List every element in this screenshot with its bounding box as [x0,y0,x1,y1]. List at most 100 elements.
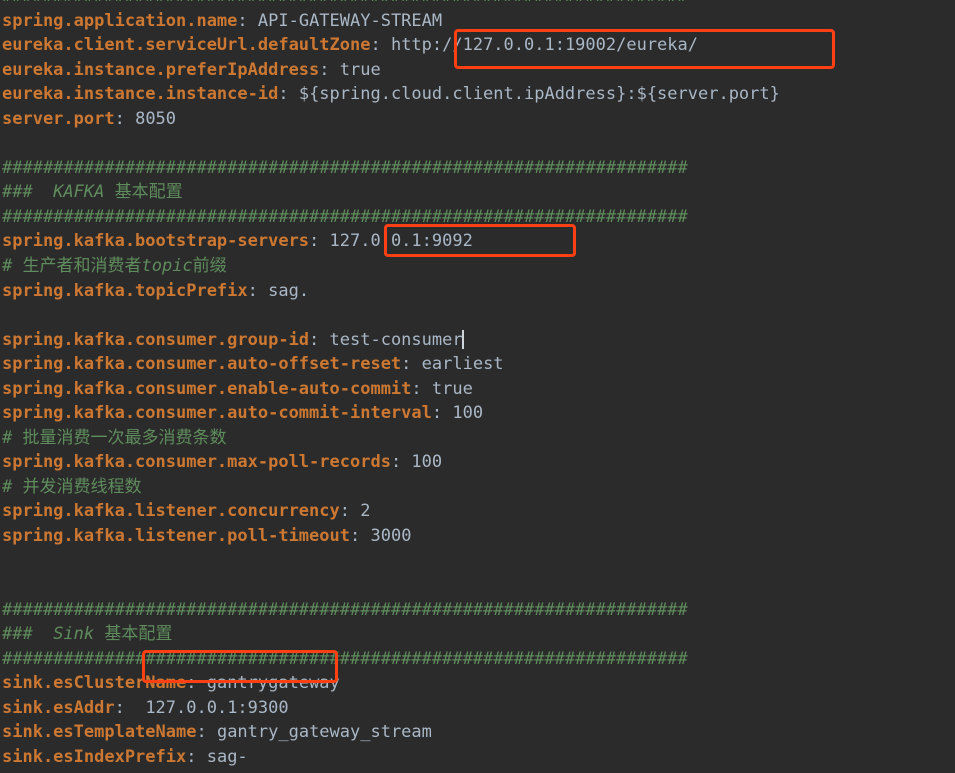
comment-line[interactable]: # 批量消费一次最多消费条数 [2,426,780,451]
property-separator: : [390,452,412,473]
property-key: spring.application.name [2,10,238,31]
property-separator: : [114,697,146,718]
property-key: server.port [2,108,115,129]
blank-text [2,551,12,571]
comment-text: 并发消费线程数 [22,476,142,497]
property-key: sink.esAddr [2,697,115,718]
comment-line[interactable]: # 生产者和消费者topic前缀 [2,254,780,279]
property-line[interactable]: eureka.instance.preferIpAddress: true [2,58,780,83]
code-editor-pane[interactable]: ########################################… [0,0,955,773]
section-hash: ### [2,624,54,645]
property-line[interactable]: spring.kafka.consumer.group-id: test-con… [2,328,780,353]
property-line[interactable]: spring.kafka.consumer.auto-offset-reset:… [2,352,780,377]
property-separator: : [431,403,453,424]
comment-separator-text: ########################################… [2,0,688,6]
property-key: eureka.instance.preferIpAddress [2,59,320,80]
comment-separator-text: ########################################… [2,648,688,669]
comment-separator-line[interactable]: ########################################… [2,0,780,9]
code-content[interactable]: ########################################… [2,0,780,773]
property-key: spring.kafka.consumer.group-id [2,329,310,350]
property-value[interactable]: test-consumer [330,330,463,350]
comment-text: 前缀 [192,256,227,277]
property-value[interactable]: true [340,60,381,80]
property-value[interactable]: 100 [411,452,442,472]
comment-separator-line[interactable]: ########################################… [2,647,780,672]
property-line[interactable]: eureka.instance.instance-id: ${spring.cl… [2,82,780,107]
section-title-cn: 基本配置 [104,624,173,645]
comment-separator-line[interactable]: ########################################… [2,598,780,623]
property-value[interactable]: earliest [422,354,504,374]
property-separator: : [237,10,258,31]
property-key: spring.kafka.topicPrefix [2,280,248,301]
blank-text [2,305,12,325]
section-title-cn: 基本配置 [114,182,183,203]
blank-line[interactable] [2,549,780,574]
property-key: eureka.instance.instance-id [2,84,279,105]
property-key: sink.esClusterName [2,673,187,694]
property-separator: : [370,35,391,56]
property-separator: : [350,526,371,547]
comment-separator-line[interactable]: ########################################… [2,205,780,230]
property-separator: : [411,378,432,399]
property-line[interactable]: sink.esClusterName: gantrygateway [2,671,780,696]
property-line[interactable]: spring.kafka.listener.poll-timeout: 3000 [2,524,780,549]
property-value[interactable]: sag- [207,747,248,767]
property-key: spring.kafka.listener.concurrency [2,501,340,522]
comment-hash: # [2,427,23,448]
property-value[interactable]: gantrygateway [207,673,340,693]
text-cursor [461,329,464,349]
comment-text: 批量消费一次最多消费条数 [22,427,227,448]
property-key: spring.kafka.consumer.enable-auto-commit [2,378,412,399]
property-value[interactable]: 127.0.0.1:9092 [330,231,473,251]
property-separator: : [186,673,207,694]
property-line[interactable]: sink.esIndexPrefix: sag- [2,745,780,770]
blank-line[interactable] [2,303,780,328]
property-line[interactable]: spring.application.name: API-GATEWAY-STR… [2,9,780,34]
property-value[interactable]: sag. [268,281,309,301]
property-line[interactable]: sink.esAddr: 127.0.0.1:9300 [2,696,780,721]
property-value[interactable]: 8050 [135,109,176,129]
property-value[interactable]: 2 [360,501,370,521]
comment-separator-text: ########################################… [2,599,688,620]
comment-hash: # [2,256,23,277]
property-separator: : [309,329,330,350]
property-line[interactable]: spring.kafka.topicPrefix: sag. [2,279,780,304]
property-line[interactable]: spring.kafka.consumer.max-poll-records: … [2,450,780,475]
comment-separator-text: ########################################… [2,157,688,178]
property-key: spring.kafka.listener.poll-timeout [2,526,350,547]
property-line[interactable]: spring.kafka.consumer.enable-auto-commit… [2,377,780,402]
property-value[interactable]: 100 [452,403,483,423]
blank-line[interactable] [2,573,780,598]
property-value[interactable]: http://127.0.0.1:19002/eureka/ [391,35,698,55]
property-value[interactable]: true [432,379,473,399]
property-value[interactable]: 127.0.0.1:9300 [145,698,288,718]
section-title-en: Sink [53,624,105,645]
blank-text [2,575,12,595]
property-line[interactable]: sink.esTemplateName: gantry_gateway_stre… [2,720,780,745]
property-key: spring.kafka.consumer.max-poll-records [2,452,391,473]
property-value[interactable]: API-GATEWAY-STREAM [258,11,442,31]
property-key: sink.esIndexPrefix [2,746,187,767]
comment-line[interactable]: # 并发消费线程数 [2,475,780,500]
comment-hash: # [2,476,23,497]
property-line[interactable]: spring.kafka.consumer.auto-commit-interv… [2,401,780,426]
property-line[interactable]: eureka.client.serviceUrl.defaultZone: ht… [2,33,780,58]
comment-separator-line[interactable]: ########################################… [2,156,780,181]
property-separator: : [401,354,422,375]
section-header-line[interactable]: ### KAFKA 基本配置 [2,180,780,205]
comment-separator-text: ########################################… [2,206,688,227]
section-title-en: KAFKA [53,182,115,203]
property-value[interactable]: 3000 [370,526,411,546]
section-header-line[interactable]: ### Sink 基本配置 [2,622,780,647]
property-value[interactable]: gantry_gateway_stream [217,722,432,742]
property-separator: : [196,722,217,743]
blank-line[interactable] [2,131,780,156]
property-separator: : [186,746,207,767]
property-line[interactable]: sink.defaultRunnerEnable: true [2,770,780,773]
property-line[interactable]: spring.kafka.bootstrap-servers: 127.0.0.… [2,229,780,254]
property-value[interactable]: ${spring.cloud.client.ipAddress}:${serve… [299,84,780,104]
property-line[interactable]: spring.kafka.listener.concurrency: 2 [2,499,780,524]
property-separator: : [309,231,330,252]
property-key: spring.kafka.bootstrap-servers [2,231,310,252]
property-line[interactable]: server.port: 8050 [2,107,780,132]
